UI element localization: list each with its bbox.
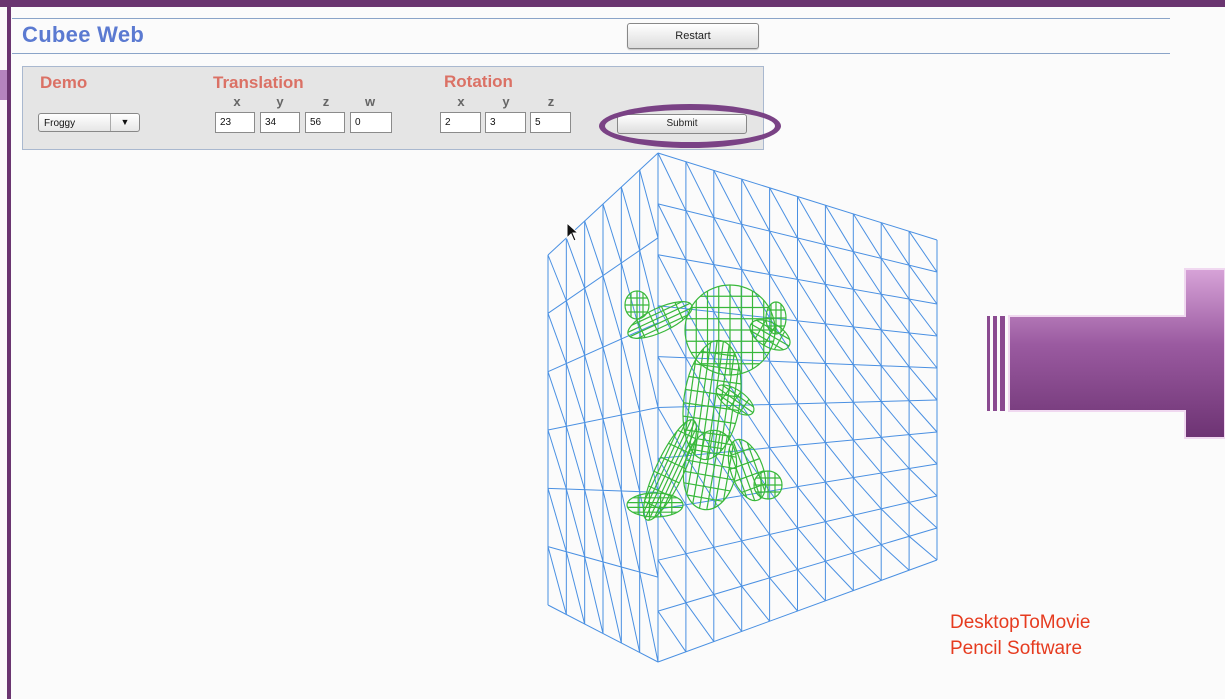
watermark: DesktopToMovie Pencil Software — [950, 610, 1090, 662]
watermark-line-1: DesktopToMovie — [950, 612, 1091, 633]
watermark-line-2: Pencil Software — [950, 638, 1083, 659]
arrow-right-icon — [987, 268, 1225, 439]
mouse-cursor-icon — [566, 222, 580, 242]
